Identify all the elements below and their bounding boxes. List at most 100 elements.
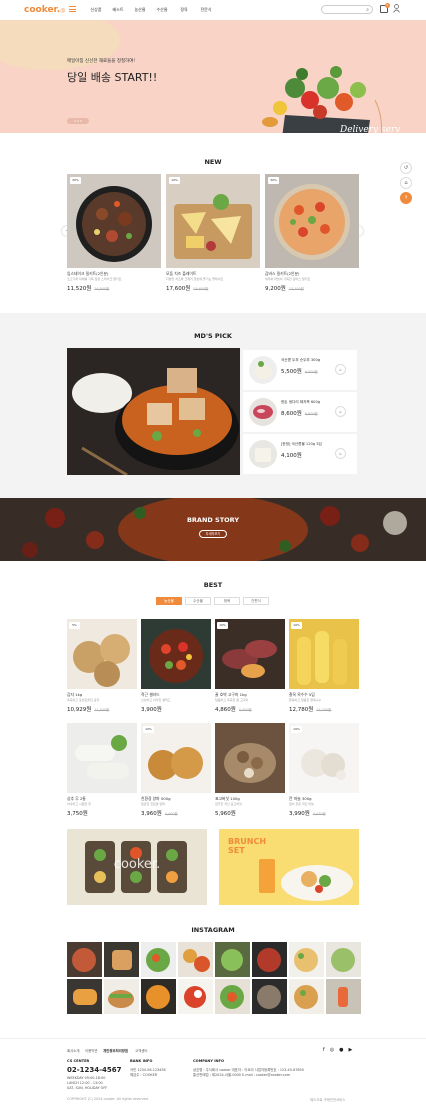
product-desc: 향긋한 국산 표고버섯	[215, 802, 242, 806]
md-item-price: 4,100원	[281, 453, 302, 459]
grocery-bag-image: Delivery service	[262, 66, 400, 133]
instagram-photo[interactable]	[215, 942, 250, 977]
instagram-photo[interactable]	[141, 942, 176, 977]
instagram-photo[interactable]	[289, 942, 324, 977]
md-pick-main-image[interactable]	[67, 348, 240, 475]
cart-badge: 0	[385, 3, 390, 8]
add-to-cart-button[interactable]: ⌂	[335, 364, 346, 375]
best-product-image[interactable]	[141, 723, 211, 793]
discount-badge: 10%	[291, 622, 302, 629]
best-product-image[interactable]	[141, 619, 211, 689]
nav-item-seafood[interactable]: 수산물	[151, 7, 173, 13]
instagram-photo[interactable]	[326, 979, 361, 1014]
instagram-photo[interactable]	[326, 942, 361, 977]
product-desc: 아삭하고 시원한 무	[67, 802, 91, 806]
tab-meat[interactable]: 정육	[214, 597, 240, 605]
brand-story-banner[interactable]: BRAND STORY 자세히보기	[0, 498, 426, 561]
product-desc: 쫀득하고 달콤한 찰옥수수	[289, 698, 322, 702]
cart-quick-button[interactable]: ⌂	[400, 177, 412, 189]
user-icon[interactable]	[393, 4, 400, 13]
instagram-photo[interactable]	[289, 979, 324, 1014]
instagram-photo[interactable]	[178, 979, 213, 1014]
meal-box-banner[interactable]: cooker.	[67, 829, 207, 905]
new-section-title: NEW	[204, 158, 222, 166]
discount-badge: 10%	[169, 177, 180, 184]
product-desc: 다양한 치즈와 크래커 한번에 즐기는 플레이트	[166, 277, 224, 281]
tab-easy-food[interactable]: 간편식	[243, 597, 269, 605]
hero-title: 당일 배송 START!!	[67, 71, 158, 84]
instagram-icon[interactable]: ◎	[330, 1047, 334, 1053]
instagram-photo[interactable]	[104, 942, 139, 977]
brunch-image	[259, 859, 353, 901]
md-item-price: 5,500원 6,500원	[281, 369, 318, 375]
product-price: 3,750원	[67, 811, 88, 817]
copyright: COPYRIGHT (C) 2024 cooker. All rights re…	[67, 1097, 149, 1101]
nav-item-easy-food[interactable]: 전문식	[195, 7, 217, 13]
scroll-top-button[interactable]: ↑	[400, 192, 412, 204]
new-product-image[interactable]	[265, 174, 359, 268]
nav-item-produce[interactable]: 농산물	[129, 7, 151, 13]
add-to-cart-button[interactable]: ⌂	[335, 406, 346, 417]
tab-seafood[interactable]: 수산물	[185, 597, 211, 605]
instagram-photo[interactable]	[67, 979, 102, 1014]
footer-link-terms[interactable]: 이용약관	[85, 1048, 97, 1053]
best-product-image[interactable]	[215, 619, 285, 689]
product-price: 9,200원 13,100원	[265, 286, 304, 292]
search-input[interactable]: ⌕	[321, 5, 373, 14]
hero-banner[interactable]: 매일아침 신선한 재료들을 정질하여! 당일 배송 START!! 1 2 3 …	[0, 20, 426, 133]
md-pick-item[interactable]: 한돈 생다리 돼지목 600g 8,600원 9,800원 ⌂	[243, 392, 357, 432]
instagram-photo[interactable]	[67, 942, 102, 977]
best-product-image[interactable]	[67, 619, 137, 689]
nav-item-meat[interactable]: 정육	[173, 7, 195, 13]
bank-holder: 예금주 : COOKER	[130, 1073, 158, 1077]
instagram-photo[interactable]	[252, 942, 287, 977]
instagram-photo[interactable]	[252, 979, 287, 1014]
footer-link-about[interactable]: 회사소개	[67, 1048, 79, 1053]
new-product-image[interactable]	[67, 174, 161, 268]
best-product-image[interactable]	[67, 723, 137, 793]
footer-link-cs[interactable]: 고객센터	[135, 1048, 147, 1053]
instagram-photo[interactable]	[178, 942, 213, 977]
search-icon[interactable]: ⌕	[366, 7, 369, 13]
product-desc: 촉촉하고 포슬포슬한 감자	[67, 698, 100, 702]
product-desc: 알이 굵은 국산 마늘	[289, 802, 314, 806]
md-item-image[interactable]	[249, 356, 277, 384]
company-info-heading: COMPANY INFO	[193, 1059, 225, 1063]
nav-item-new[interactable]: 신상품	[85, 7, 107, 13]
discount-badge: 30%	[70, 177, 81, 184]
md-item-image[interactable]	[249, 398, 277, 426]
product-desc: 달큰한 친환경 양파	[141, 802, 165, 806]
main-nav: 신상품 베스트 농산물 수산물 정육 전문식	[85, 7, 217, 13]
youtube-icon[interactable]: ▶	[349, 1047, 353, 1053]
md-pick-title: MD'S PICK	[194, 332, 232, 340]
logo[interactable]: cooker.◎	[24, 5, 65, 15]
instagram-photo[interactable]	[141, 979, 176, 1014]
kakao-icon[interactable]: ●	[339, 1047, 343, 1053]
best-product-image[interactable]	[289, 723, 359, 793]
add-to-cart-button[interactable]: ⌂	[335, 448, 346, 459]
hero-pager[interactable]: 1 2 3	[67, 118, 89, 124]
md-item-name[interactable]: 한돈 생다리 돼지목 600g	[281, 400, 320, 405]
md-pick-item[interactable]: 국산콩 두부 순두부 300g 5,500원 6,500원 ⌂	[243, 350, 357, 390]
discount-badge: 5%	[69, 622, 80, 629]
best-product-image[interactable]	[289, 619, 359, 689]
md-item-name[interactable]: [한정] 국산콩물 120g 3입	[281, 442, 322, 447]
new-product-image[interactable]	[166, 174, 260, 268]
facebook-icon[interactable]: f	[323, 1047, 325, 1053]
footer-link-privacy[interactable]: 개인정보처리방침	[103, 1048, 128, 1053]
instagram-photo[interactable]	[104, 979, 139, 1014]
instagram-photo[interactable]	[215, 979, 250, 1014]
product-price: 4,860원 5,400원	[215, 707, 252, 713]
best-product-image[interactable]	[215, 723, 285, 793]
md-item-name[interactable]: 국산콩 두부 순두부 300g	[281, 358, 320, 363]
menu-icon[interactable]	[69, 6, 76, 12]
nav-item-best[interactable]: 베스트	[107, 7, 129, 13]
md-item-image[interactable]	[249, 440, 277, 468]
instagram-title: INSTAGRAM	[191, 926, 235, 934]
product-price: 10,929원 11,500원	[67, 707, 110, 713]
md-pick-item[interactable]: [한정] 국산콩물 120g 3입 4,100원 ⌂	[243, 434, 357, 474]
escrow-badge[interactable]: 에스크로 구매안전서비스	[310, 1097, 345, 1102]
brand-story-more-button[interactable]: 자세히보기	[199, 530, 227, 538]
tab-produce[interactable]: 농산물	[156, 597, 182, 605]
brunch-set-banner[interactable]: BRUNCH SET	[219, 829, 359, 905]
